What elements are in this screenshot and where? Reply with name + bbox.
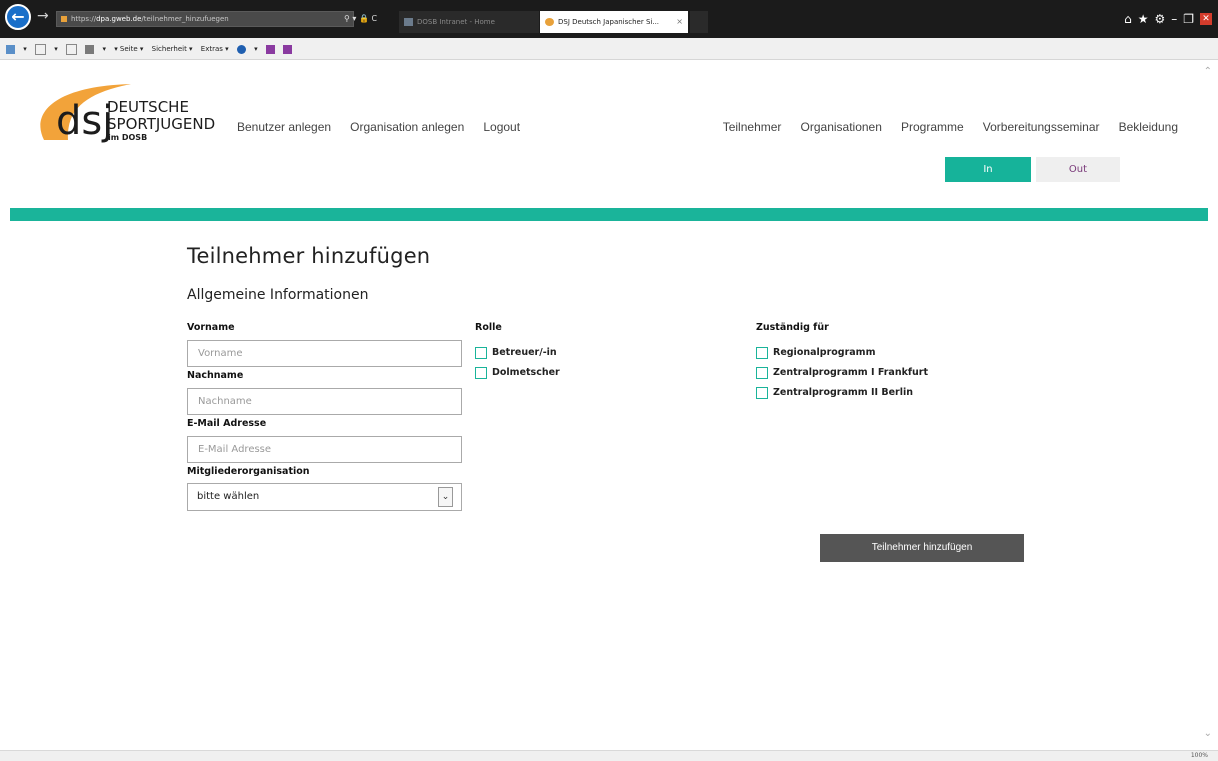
nachname-input[interactable] bbox=[187, 388, 462, 415]
checkbox-label: Dolmetscher bbox=[492, 367, 560, 378]
onenote-send-icon[interactable] bbox=[283, 44, 293, 54]
address-bar[interactable]: https://dpa.gweb.de/teilnehmer_hinzufueg… bbox=[56, 11, 354, 27]
command-bar: ▾ ▾ ▾ ▾ Seite ▾ Sicherheit ▾ Extras ▾ ▾ bbox=[0, 38, 1218, 60]
tab-title: DSJ Deutsch Japanischer Si... bbox=[558, 18, 660, 26]
checkbox[interactable] bbox=[756, 386, 768, 399]
section-nav: Teilnehmer Organisationen Programme Vorb… bbox=[709, 116, 1178, 135]
checkbox-label: Zentralprogramm II Berlin bbox=[773, 387, 914, 398]
tab-title: DOSB Intranet - Home bbox=[417, 18, 495, 26]
nav-bekleidung[interactable]: Bekleidung bbox=[1119, 120, 1178, 134]
home-icon[interactable]: ⌂ bbox=[1124, 9, 1132, 29]
chevron-down-icon[interactable]: ⌄ bbox=[438, 487, 453, 507]
site-favicon-icon bbox=[61, 16, 67, 22]
forward-button[interactable]: → bbox=[37, 7, 49, 25]
logo-line1: DEUTSCHE bbox=[107, 98, 189, 116]
checkbox[interactable] bbox=[475, 346, 487, 359]
checkbox[interactable] bbox=[756, 346, 768, 359]
tab-dsj-active[interactable]: DSJ Deutsch Japanischer Si... × bbox=[540, 11, 688, 33]
header-divider-band bbox=[10, 208, 1208, 221]
mail-icon[interactable] bbox=[65, 43, 77, 55]
checkbox-label: Regionalprogramm bbox=[773, 347, 876, 358]
back-button[interactable]: ← bbox=[5, 4, 31, 30]
org-label: Mitgliederorganisation bbox=[187, 466, 310, 477]
nav-vorbereitungsseminar[interactable]: Vorbereitungsseminar bbox=[983, 120, 1100, 134]
minimize-icon[interactable]: – bbox=[1171, 9, 1177, 29]
add-participant-button[interactable]: Teilnehmer hinzufügen bbox=[820, 534, 1024, 562]
nav-teilnehmer[interactable]: Teilnehmer bbox=[723, 120, 782, 134]
section-title: Allgemeine Informationen bbox=[187, 287, 369, 303]
rolle-option-betreuer[interactable]: Betreuer/-in bbox=[475, 342, 557, 359]
nav-organisationen[interactable]: Organisationen bbox=[801, 120, 882, 134]
zustaendig-option-frankfurt[interactable]: Zentralprogramm I Frankfurt bbox=[756, 362, 929, 379]
extras-menu[interactable]: Extras ▾ bbox=[201, 38, 229, 60]
zustaendig-option-regional[interactable]: Regionalprogramm bbox=[756, 342, 876, 359]
tab-dosb-intranet[interactable]: DOSB Intranet - Home bbox=[399, 11, 539, 33]
rolle-option-dolmetscher[interactable]: Dolmetscher bbox=[475, 362, 560, 379]
help-icon[interactable] bbox=[236, 44, 246, 54]
tab-favicon-icon bbox=[404, 18, 413, 26]
email-input[interactable] bbox=[187, 436, 462, 463]
browser-titlebar: ← → https://dpa.gweb.de/teilnehmer_hinzu… bbox=[0, 0, 1218, 38]
checkbox[interactable] bbox=[756, 366, 768, 379]
command-dropdown-2[interactable]: ▾ bbox=[54, 38, 58, 60]
help-dropdown[interactable]: ▾ bbox=[254, 38, 258, 60]
zustaendig-option-berlin[interactable]: Zentralprogramm II Berlin bbox=[756, 382, 914, 399]
nav-benutzer-anlegen[interactable]: Benutzer anlegen bbox=[237, 120, 331, 134]
address-tools[interactable]: ⚲ ▾ 🔒 C bbox=[344, 11, 377, 27]
logo-line2: SPORTJUGEND bbox=[107, 115, 215, 133]
nachname-label: Nachname bbox=[187, 370, 244, 381]
feeds-icon[interactable] bbox=[34, 43, 46, 55]
nav-programme[interactable]: Programme bbox=[901, 120, 964, 134]
checkbox-label: Zentralprogramm I Frankfurt bbox=[773, 367, 929, 378]
address-path: /teilnehmer_hinzufuegen bbox=[141, 15, 229, 23]
page-menu[interactable]: ▾ Seite ▾ bbox=[114, 38, 143, 60]
org-select[interactable]: bitte wählen ⌄ bbox=[187, 483, 462, 511]
logo-line3: im DOSB bbox=[108, 133, 147, 142]
settings-gear-icon[interactable]: ⚙ bbox=[1154, 9, 1165, 29]
org-select-value: bitte wählen bbox=[197, 491, 260, 502]
command-dropdown-3[interactable]: ▾ bbox=[102, 38, 106, 60]
toggle-out-button[interactable]: Out bbox=[1036, 157, 1120, 182]
nav-logout[interactable]: Logout bbox=[483, 120, 520, 134]
address-host: dpa.gweb.de bbox=[96, 15, 142, 23]
vorname-label: Vorname bbox=[187, 322, 235, 333]
status-bar: 100% bbox=[0, 750, 1218, 761]
print-icon[interactable] bbox=[85, 44, 95, 54]
browser-toolbar-icons: ⌂ ★ ⚙ – ❐ ✕ bbox=[1118, 8, 1212, 28]
vorname-input[interactable] bbox=[187, 340, 462, 367]
address-scheme: https:// bbox=[71, 15, 97, 23]
nav-organisation-anlegen[interactable]: Organisation anlegen bbox=[350, 120, 464, 134]
email-label: E-Mail Adresse bbox=[187, 418, 267, 429]
scroll-down-icon[interactable]: ⌄ bbox=[1204, 728, 1212, 739]
dsj-logo[interactable]: dsj DEUTSCHE SPORTJUGEND im DOSB bbox=[36, 82, 226, 150]
restore-icon[interactable]: ❐ bbox=[1183, 9, 1194, 29]
scroll-up-icon[interactable]: ⌃ bbox=[1204, 66, 1212, 77]
page-title: Teilnehmer hinzufügen bbox=[187, 244, 431, 268]
rolle-label: Rolle bbox=[475, 322, 502, 333]
security-menu[interactable]: Sicherheit ▾ bbox=[152, 38, 193, 60]
home-page-icon[interactable] bbox=[6, 44, 15, 54]
checkbox-label: Betreuer/-in bbox=[492, 347, 557, 358]
new-tab-button[interactable] bbox=[690, 11, 708, 33]
logo-letters: dsj bbox=[56, 98, 113, 144]
command-dropdown-1[interactable]: ▾ bbox=[23, 38, 27, 60]
tab-close-icon[interactable]: × bbox=[676, 11, 683, 33]
favorites-star-icon[interactable]: ★ bbox=[1138, 9, 1149, 29]
close-window-icon[interactable]: ✕ bbox=[1200, 12, 1212, 25]
checkbox[interactable] bbox=[475, 366, 487, 379]
tab-favicon-icon bbox=[545, 18, 554, 26]
onenote-icon[interactable] bbox=[265, 44, 275, 54]
zustaendig-label: Zuständig für bbox=[756, 322, 829, 333]
toggle-in-button[interactable]: In bbox=[945, 157, 1031, 182]
primary-nav: Benutzer anlegen Organisation anlegen Lo… bbox=[237, 116, 534, 135]
